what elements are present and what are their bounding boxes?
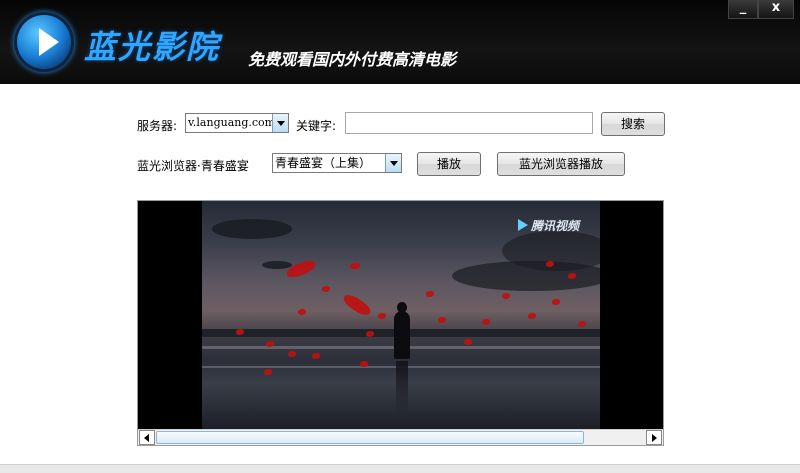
app-name: 蓝光影院 (84, 28, 221, 66)
close-button[interactable]: x (758, 0, 794, 19)
petal-shape (482, 319, 490, 325)
petal-shape (236, 329, 244, 335)
app-logo (14, 12, 74, 72)
petal-shape (426, 291, 434, 297)
petal-shape (350, 263, 358, 269)
petal-shape (284, 258, 318, 280)
petal-shape (552, 299, 560, 305)
scrollbar-thumb[interactable] (156, 431, 584, 444)
petal-shape (264, 369, 272, 375)
chevron-down-icon[interactable] (385, 154, 401, 172)
petal-shape (546, 261, 554, 267)
watermark-text: 腾讯视频 (531, 219, 580, 233)
petal-shape (341, 291, 373, 319)
chevron-down-icon[interactable] (272, 114, 288, 132)
keyword-input[interactable] (345, 112, 593, 134)
app-slogan: 免费观看国内外付费高清电影 (248, 50, 457, 69)
horizontal-scrollbar[interactable] (138, 429, 663, 445)
window-controls: _ x (728, 0, 794, 19)
video-watermark: 腾讯视频 (518, 217, 579, 234)
petal-shape (366, 331, 374, 337)
petal-shape (438, 317, 446, 323)
petal-shape (360, 361, 368, 367)
server-select-value: v.languang.com (188, 116, 272, 129)
petal-shape (266, 341, 274, 347)
play-icon (518, 219, 528, 231)
petal-shape (502, 293, 510, 299)
petal-shape (464, 339, 472, 345)
server-select[interactable]: v.languang.com (185, 113, 289, 133)
keyword-label: 关键字: (296, 119, 337, 133)
petal-shape (578, 321, 586, 327)
petal-shape (298, 309, 306, 315)
minimize-button[interactable]: _ (728, 0, 758, 19)
browser-play-button[interactable]: 蓝光浏览器播放 (497, 152, 625, 176)
server-label: 服务器: (137, 119, 178, 133)
figure-reflection (396, 361, 408, 416)
episode-select[interactable]: 青春盛宴（上集） (272, 153, 402, 173)
figure-body (394, 311, 410, 359)
scroll-left-button[interactable] (139, 430, 155, 445)
episode-select-value: 青春盛宴（上集） (275, 156, 372, 170)
petal-shape (322, 286, 330, 292)
petal-shape (312, 353, 320, 359)
petal-shape (288, 351, 296, 357)
video-player[interactable]: 腾讯视频 (137, 200, 664, 446)
petal-shape (528, 313, 536, 319)
title-bar: 蓝光影院 免费观看国内外付费高清电影 _ x (0, 0, 800, 84)
play-circle-icon (39, 28, 59, 56)
petal-shape (568, 273, 576, 279)
search-button[interactable]: 搜索 (601, 112, 665, 136)
cloud-shape (262, 261, 292, 269)
play-button[interactable]: 播放 (417, 152, 481, 176)
petal-shape (378, 313, 386, 319)
cloud-shape (212, 219, 292, 239)
video-frame-image: 腾讯视频 (202, 201, 600, 429)
now-playing-label: 蓝光浏览器·青春盛宴 (137, 159, 249, 173)
scroll-right-button[interactable] (646, 430, 662, 445)
